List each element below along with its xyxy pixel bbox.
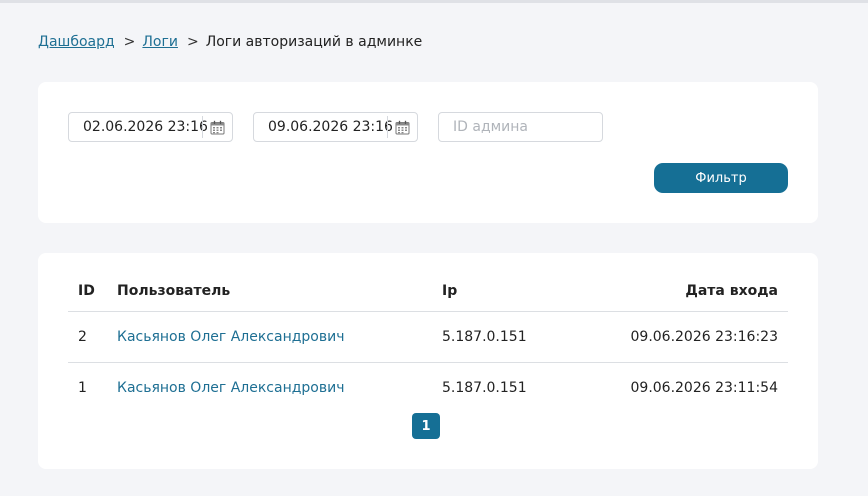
admin-id-input[interactable] [438,112,603,142]
calendar-icon[interactable] [388,113,416,141]
table-row: 1 Касьянов Олег Александрович 5.187.0.15… [68,363,788,413]
user-link[interactable]: Касьянов Олег Александрович [117,329,344,345]
cell-id: 2 [78,329,87,345]
logs-table: ID Пользователь Ip Дата входа 2 Касьянов… [68,271,788,413]
column-header-user: Пользователь [117,283,231,299]
table-header-row: ID Пользователь Ip Дата входа [68,271,788,312]
pagination-page-button[interactable]: 1 [412,413,440,439]
cell-id: 1 [78,380,87,396]
chevron-right-icon: > [186,34,199,50]
filter-button[interactable]: Фильтр [654,163,788,193]
breadcrumb-current: Логи авторизаций в админке [205,34,423,50]
user-link[interactable]: Касьянов Олег Александрович [117,380,344,396]
date-to-field[interactable]: 09.06.2026 23:16 [253,112,418,142]
column-header-id: ID [78,283,95,299]
cell-date: 09.06.2026 23:11:54 [630,380,779,396]
top-border [0,0,868,3]
cell-ip: 5.187.0.151 [442,380,527,396]
filter-card: 02.06.2026 23:16 09.06.2026 23:16 ID адм… [38,82,818,223]
cell-user: Касьянов Олег Александрович [117,380,442,396]
column-header-ip: Ip [442,283,458,299]
date-from-value[interactable]: 02.06.2026 23:16 [69,119,208,135]
date-to-value[interactable]: 09.06.2026 23:16 [254,119,393,135]
breadcrumb: Дашбоард > Логи > Логи авторизаций в адм… [38,34,422,50]
cell-date: 09.06.2026 23:16:23 [630,329,779,345]
breadcrumb-link-dashboard[interactable]: Дашбоард [38,34,115,50]
logs-table-card: ID Пользователь Ip Дата входа 2 Касьянов… [38,253,818,469]
column-header-date: Дата входа [685,283,778,299]
date-from-field[interactable]: 02.06.2026 23:16 [68,112,233,142]
cell-ip: 5.187.0.151 [442,329,527,345]
chevron-right-icon: > [123,34,136,50]
breadcrumb-link-logs[interactable]: Логи [142,34,178,50]
table-row: 2 Касьянов Олег Александрович 5.187.0.15… [68,312,788,363]
calendar-icon[interactable] [203,113,231,141]
cell-user: Касьянов Олег Александрович [117,329,442,345]
